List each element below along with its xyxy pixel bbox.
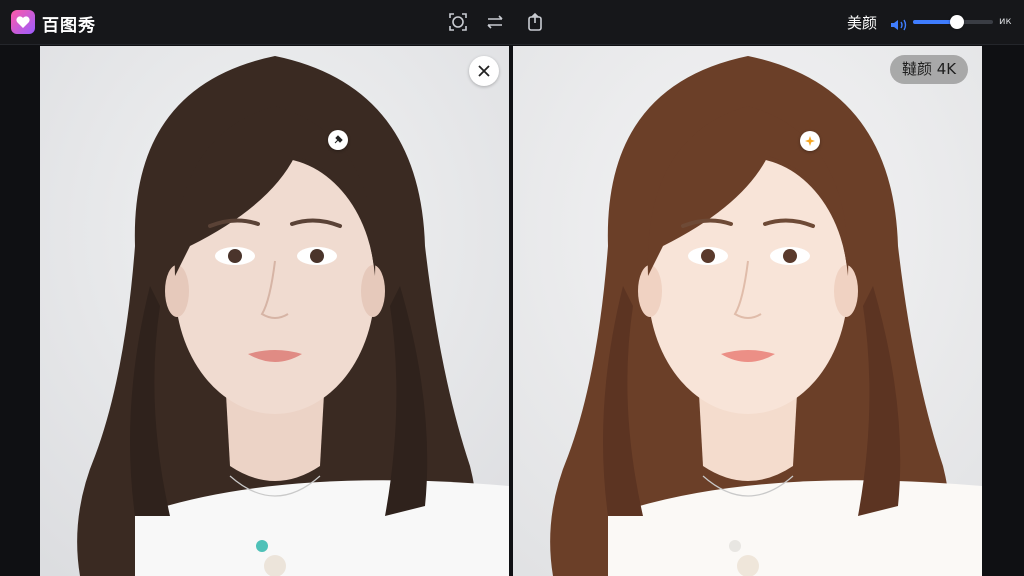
pin-marker-icon — [334, 135, 343, 144]
compare-swap-icon — [487, 15, 503, 29]
heart-logo-icon — [16, 16, 30, 28]
close-icon — [478, 65, 490, 77]
export-share-icon — [528, 12, 542, 31]
crop-face-icon — [449, 13, 467, 31]
close-button[interactable] — [469, 56, 499, 86]
compare-swap-button[interactable] — [485, 12, 505, 32]
app-title: 百图秀 — [42, 16, 96, 36]
after-image-panel: 韃颜 4K — [513, 46, 982, 576]
export-button[interactable] — [525, 12, 545, 32]
before-marker[interactable] — [328, 130, 348, 150]
beauty-slider[interactable] — [913, 15, 993, 29]
portrait-before — [40, 46, 509, 576]
top-toolbar: 百图秀 美颜 ик — [0, 0, 1024, 45]
sparkle-marker-icon — [805, 136, 815, 146]
app-logo — [11, 10, 35, 34]
crop-face-button[interactable] — [448, 12, 468, 32]
before-image-panel — [40, 46, 509, 576]
intensity-icon — [889, 16, 909, 31]
quality-short-label: ик — [999, 16, 1012, 27]
slider-thumb[interactable] — [950, 15, 964, 29]
after-marker[interactable] — [800, 131, 820, 151]
beauty-label: 美颜 — [847, 14, 878, 32]
portrait-after — [513, 46, 982, 576]
quality-badge: 韃颜 4K — [890, 55, 969, 84]
